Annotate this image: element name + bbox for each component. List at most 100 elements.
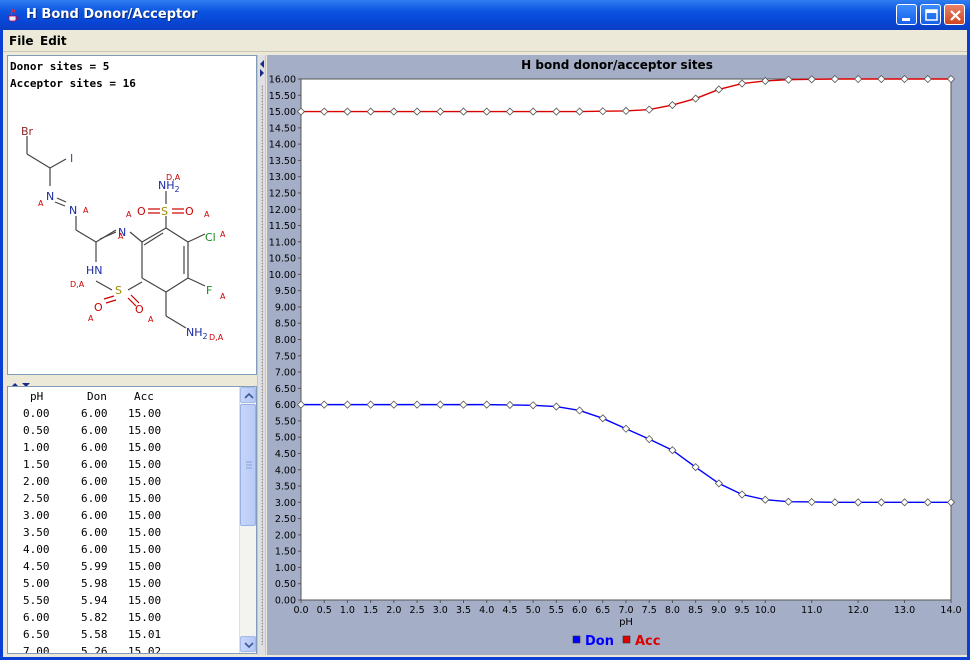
y-tick-label: 3.50: [275, 482, 296, 493]
table-cell: 6.00: [81, 424, 108, 437]
y-tick-label: 8.50: [275, 319, 296, 330]
x-tick-label: 8.0: [665, 605, 680, 616]
y-tick-label: 11.00: [269, 237, 296, 248]
x-tick-label: 9.5: [735, 605, 750, 616]
splitter-grip: [261, 85, 263, 645]
table-cell: 15.00: [128, 492, 162, 505]
acceptor-sites-label: Acceptor sites = 16: [10, 77, 136, 90]
table-cell: 0.00: [23, 407, 50, 420]
legend-swatch-don: [572, 635, 581, 644]
close-icon: [950, 10, 961, 21]
y-tick-label: 10.50: [269, 254, 296, 265]
close-button[interactable]: [944, 4, 965, 25]
scroll-up-button[interactable]: [240, 387, 256, 403]
chart-title: H bond donor/acceptor sites: [521, 58, 713, 72]
atom-o1: O: [94, 301, 103, 314]
table-cell: 6.00: [81, 543, 108, 556]
y-tick-label: 1.50: [275, 547, 296, 558]
atom-f: F: [206, 284, 212, 297]
title-bar[interactable]: H Bond Donor/Acceptor: [0, 0, 970, 30]
table-cell: 6.50: [23, 628, 50, 641]
arrow-down-icon: [244, 642, 254, 649]
atom-s1: S: [115, 284, 122, 297]
y-tick-label: 7.00: [275, 368, 296, 379]
table-cell: 15.00: [128, 526, 162, 539]
x-tick-label: 2.0: [386, 605, 401, 616]
site-label-a: A: [83, 206, 89, 215]
atom-n1: N: [46, 190, 54, 203]
x-tick-label: 6.5: [595, 605, 610, 616]
table-cell: 3.50: [23, 526, 50, 539]
x-tick-label: 6.0: [572, 605, 587, 616]
y-tick-label: 9.00: [275, 302, 296, 313]
table-cell: 5.50: [23, 594, 50, 607]
scroll-thumb[interactable]: [240, 404, 256, 526]
y-tick-label: 15.50: [269, 91, 296, 102]
grip-icon: [246, 461, 252, 469]
table-cell: 6.00: [81, 407, 108, 420]
minimize-icon: [902, 18, 910, 21]
table-cell: 5.99: [81, 560, 108, 573]
plot-area: [300, 78, 952, 601]
donor-sites-label: Donor sites = 5: [10, 60, 110, 73]
molecule-structure: Br I N N N HN S O O S O O NH2 Cl F NH2 D…: [21, 125, 226, 342]
horizontal-splitter[interactable]: [7, 375, 257, 387]
table-cell: 2.50: [23, 492, 50, 505]
scroll-down-button[interactable]: [240, 636, 256, 652]
table-cell: 15.02: [128, 645, 162, 654]
table-cell: 15.01: [128, 628, 162, 641]
table-scrollbar[interactable]: [239, 387, 256, 653]
x-tick-label: 4.5: [502, 605, 517, 616]
table-cell: 15.00: [128, 594, 162, 607]
table-cell: 5.98: [81, 577, 108, 590]
menu-file[interactable]: File: [9, 34, 34, 48]
table-cell: 15.00: [128, 407, 162, 420]
minimize-button[interactable]: [896, 4, 917, 25]
menu-edit[interactable]: Edit: [40, 34, 67, 48]
table-cell: 15.00: [128, 475, 162, 488]
atom-nh2-bottom: NH2: [186, 326, 208, 341]
atom-s2: S: [161, 205, 168, 218]
column-header: Don: [87, 390, 107, 403]
atom-i: I: [70, 152, 73, 165]
legend-label-acc: Acc: [635, 634, 660, 649]
site-label-a: A: [126, 210, 132, 219]
atom-o3: O: [137, 205, 146, 218]
legend-swatch-acc: [622, 635, 631, 644]
y-tick-label: 11.50: [269, 221, 296, 232]
site-label-a: A: [38, 199, 44, 208]
vertical-splitter[interactable]: [257, 55, 266, 655]
x-tick-label: 2.5: [410, 605, 425, 616]
x-tick-label: 0.0: [293, 605, 308, 616]
table-cell: 2.00: [23, 475, 50, 488]
site-label-da-bottom: D,A: [209, 333, 224, 342]
y-tick-label: 16.00: [269, 75, 296, 86]
table-cell: 5.00: [23, 577, 50, 590]
x-tick-label: 7.0: [618, 605, 633, 616]
table-cell: 15.00: [128, 424, 162, 437]
x-tick-label: 8.5: [688, 605, 703, 616]
y-tick-label: 0.50: [275, 579, 296, 590]
y-tick-label: 6.50: [275, 384, 296, 395]
atom-o2: O: [135, 303, 144, 316]
atom-n2: N: [69, 204, 77, 217]
table-cell: 5.26: [81, 645, 108, 654]
x-tick-label: 0.5: [317, 605, 332, 616]
y-tick-label: 5.00: [275, 433, 296, 444]
site-label-a: A: [220, 230, 226, 239]
y-tick-label: 9.50: [275, 286, 296, 297]
table-cell: 15.00: [128, 458, 162, 471]
x-tick-label: 11.0: [801, 605, 822, 616]
x-tick-label: 9.0: [711, 605, 726, 616]
table-cell: 15.00: [128, 560, 162, 573]
java-cup-icon: [8, 8, 19, 22]
y-tick-label: 6.00: [275, 400, 296, 411]
column-header: Acc: [134, 390, 154, 403]
maximize-button[interactable]: [920, 4, 941, 25]
y-tick-label: 2.50: [275, 514, 296, 525]
table-cell: 15.00: [128, 611, 162, 624]
table-cell: 0.50: [23, 424, 50, 437]
atom-br: Br: [21, 125, 34, 138]
y-tick-label: 1.00: [275, 563, 296, 574]
split-arrows-vertical-icon: [260, 60, 264, 77]
